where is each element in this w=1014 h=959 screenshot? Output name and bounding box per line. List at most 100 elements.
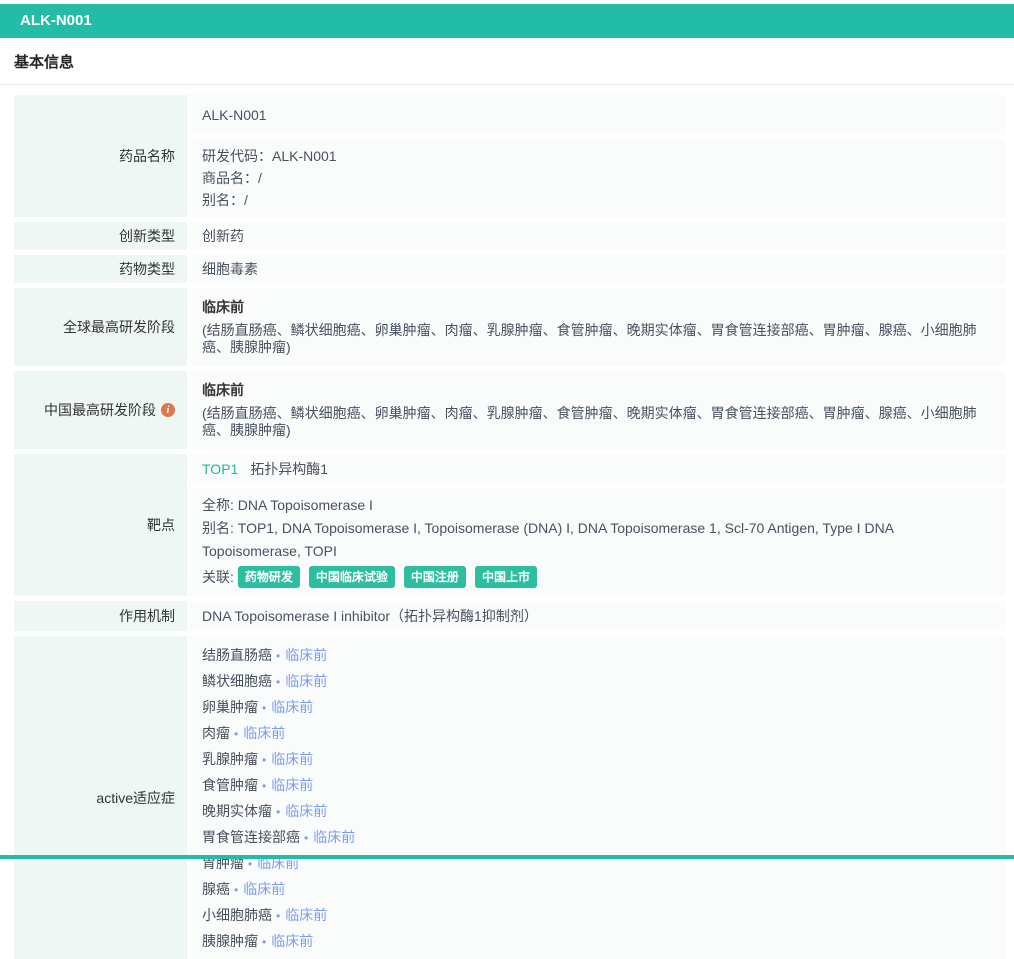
china-stage-indications: (结肠直肠癌、鳞状细胞癌、卵巢肿瘤、肉瘤、乳腺肿瘤、食管肿瘤、晚期实体瘤、胃食管… [202, 405, 993, 441]
alias-line: 别名：/ [202, 189, 993, 211]
active-indications-list: 结肠直肠癌 • 临床前 鳞状细胞癌 • 临床前 卵巢肿瘤 • 临床前 肉瘤 • 临床前 乳腺肿瘤… [190, 636, 1005, 959]
indication-disease: 卵巢肿瘤 [202, 699, 258, 715]
bullet-separator: • [276, 909, 280, 923]
china-stage-phase: 临床前 [202, 379, 993, 398]
dev-code-label: 研发代码： [202, 148, 272, 164]
trade-name-label: 商品名： [202, 170, 258, 186]
indication-stage-link[interactable]: 临床前 [285, 907, 327, 923]
global-stage-phase: 临床前 [202, 296, 993, 315]
bullet-separator: • [262, 779, 266, 793]
drug-header-bar: ALK-N001 [0, 4, 1014, 38]
bullet-separator: • [276, 649, 280, 663]
indication-item: 结肠直肠癌 • 临床前 [202, 643, 993, 669]
indication-disease: 小细胞肺癌 [202, 907, 272, 923]
indication-stage-link[interactable]: 临床前 [271, 777, 313, 793]
dev-code-line: 研发代码：ALK-N001 [202, 145, 993, 167]
target-relation-line: 关联: 药物研发 中国临床试验 中国注册 中国上市 [202, 566, 993, 590]
global-stage-indications: (结肠直肠癌、鳞状细胞癌、卵巢肿瘤、肉瘤、乳腺肿瘤、食管肿瘤、晚期实体瘤、胃食管… [202, 322, 993, 358]
trade-name-value: / [258, 170, 262, 186]
mechanism-label: 作用机制 [14, 601, 187, 631]
indication-item: 卵巢肿瘤 • 临床前 [202, 695, 993, 721]
bullet-separator: • [262, 701, 266, 715]
indication-item: 肉瘤 • 临床前 [202, 721, 993, 747]
indication-disease: 鳞状细胞癌 [202, 673, 272, 689]
alias-label: 别名： [202, 192, 244, 208]
indication-disease: 肉瘤 [202, 725, 230, 741]
indication-stage-link[interactable]: 临床前 [271, 699, 313, 715]
indication-disease: 晚期实体瘤 [202, 803, 272, 819]
target-fullname-label: 全称: [202, 497, 238, 513]
target-label: 靶点 [14, 454, 187, 596]
row-target: 靶点 TOP1 拓扑异构酶1 全称: DNA Topoisomerase I 别… [14, 454, 1005, 596]
row-drug-name: 药品名称 ALK-N001 研发代码：ALK-N001 商品名：/ 别名：/ [14, 95, 1005, 217]
next-section-header-edge [0, 855, 1014, 859]
info-icon[interactable]: i [161, 403, 175, 417]
indication-item: 胃食管连接部癌 • 临床前 [202, 825, 993, 851]
row-china-stage: 中国最高研发阶段 i 临床前 (结肠直肠癌、鳞状细胞癌、卵巢肿瘤、肉瘤、乳腺肿瘤… [14, 371, 1005, 449]
indication-stage-link[interactable]: 临床前 [285, 673, 327, 689]
indication-disease: 胃食管连接部癌 [202, 829, 300, 845]
basic-info-table: 药品名称 ALK-N001 研发代码：ALK-N001 商品名：/ 别名：/ 创… [14, 95, 1005, 959]
active-indications-label: active适应症 [14, 636, 187, 959]
page-title: ALK-N001 [20, 12, 92, 29]
drug-type-label: 药物类型 [14, 255, 187, 283]
badge-china-clinical-trial[interactable]: 中国临床试验 [309, 566, 395, 588]
drug-name-details: 研发代码：ALK-N001 商品名：/ 别名：/ [190, 139, 1005, 217]
target-details: 全称: DNA Topoisomerase I 别名: TOP1, DNA To… [190, 488, 1005, 596]
innovation-type-label: 创新类型 [14, 222, 187, 250]
drug-type-value: 细胞毒素 [190, 255, 1005, 283]
innovation-type-value: 创新药 [190, 222, 1005, 250]
indication-stage-link[interactable]: 临床前 [271, 933, 313, 949]
bullet-separator: • [234, 727, 238, 741]
indication-stage-link[interactable]: 临床前 [313, 829, 355, 845]
target-alias-line: 别名: TOP1, DNA Topoisomerase I, Topoisome… [202, 517, 993, 563]
drug-name-label: 药品名称 [14, 95, 187, 217]
row-innovation-type: 创新类型 创新药 [14, 222, 1005, 250]
indication-item: 鳞状细胞癌 • 临床前 [202, 669, 993, 695]
drug-primary-name: ALK-N001 [190, 95, 1005, 135]
bullet-separator: • [248, 857, 252, 871]
bullet-separator: • [276, 805, 280, 819]
target-symbol-desc: 拓扑异构酶1 [250, 459, 328, 479]
badge-china-registration[interactable]: 中国注册 [404, 566, 466, 588]
dev-code-value: ALK-N001 [272, 148, 337, 164]
indication-disease: 乳腺肿瘤 [202, 751, 258, 767]
indication-item: 胰腺肿瘤 • 临床前 [202, 929, 993, 955]
indication-stage-link[interactable]: 临床前 [285, 647, 327, 663]
target-symbol-line: TOP1 拓扑异构酶1 [190, 454, 1005, 484]
indication-item: 食管肿瘤 • 临床前 [202, 773, 993, 799]
indication-stage-link[interactable]: 临床前 [243, 881, 285, 897]
row-drug-type: 药物类型 细胞毒素 [14, 255, 1005, 283]
indication-item: 乳腺肿瘤 • 临床前 [202, 747, 993, 773]
trade-name-line: 商品名：/ [202, 167, 993, 189]
indication-stage-link[interactable]: 临床前 [271, 751, 313, 767]
indication-stage-link[interactable]: 临床前 [285, 803, 327, 819]
indication-stage-link[interactable]: 临床前 [243, 725, 285, 741]
row-active-indications: active适应症 结肠直肠癌 • 临床前 鳞状细胞癌 • 临床前 卵巢肿瘤 • 临床前 肉… [14, 636, 1005, 959]
indication-disease: 食管肿瘤 [202, 777, 258, 793]
target-fullname-value: DNA Topoisomerase I [238, 497, 373, 513]
global-stage-value: 临床前 (结肠直肠癌、鳞状细胞癌、卵巢肿瘤、肉瘤、乳腺肿瘤、食管肿瘤、晚期实体瘤… [190, 288, 1005, 366]
row-global-stage: 全球最高研发阶段 临床前 (结肠直肠癌、鳞状细胞癌、卵巢肿瘤、肉瘤、乳腺肿瘤、食… [14, 288, 1005, 366]
alias-value: / [244, 192, 248, 208]
indication-item: 腺癌•临床前 [202, 877, 993, 903]
mechanism-value: DNA Topoisomerase I inhibitor（拓扑异构酶1抑制剂） [190, 601, 1005, 631]
section-title-basic-info: 基本信息 [0, 38, 1014, 85]
badge-china-launch[interactable]: 中国上市 [475, 566, 537, 588]
target-symbol-link[interactable]: TOP1 [202, 461, 238, 477]
bullet-separator: • [262, 935, 266, 949]
china-stage-label: 中国最高研发阶段 i [14, 371, 187, 449]
target-relation-label: 关联: [202, 567, 234, 587]
indication-disease: 结肠直肠癌 [202, 647, 272, 663]
indication-disease: 腺癌 [202, 881, 230, 897]
bullet-separator: • [276, 675, 280, 689]
target-alias-label: 别名: [202, 520, 238, 536]
bullet-separator: • [262, 753, 266, 767]
global-stage-label: 全球最高研发阶段 [14, 288, 187, 366]
badge-drug-rd[interactable]: 药物研发 [238, 566, 300, 588]
indication-disease: 胰腺肿瘤 [202, 933, 258, 949]
indication-item: 晚期实体瘤 • 临床前 [202, 799, 993, 825]
china-stage-label-text: 中国最高研发阶段 [44, 400, 156, 420]
bullet-separator: • [304, 831, 308, 845]
row-mechanism: 作用机制 DNA Topoisomerase I inhibitor（拓扑异构酶… [14, 601, 1005, 631]
